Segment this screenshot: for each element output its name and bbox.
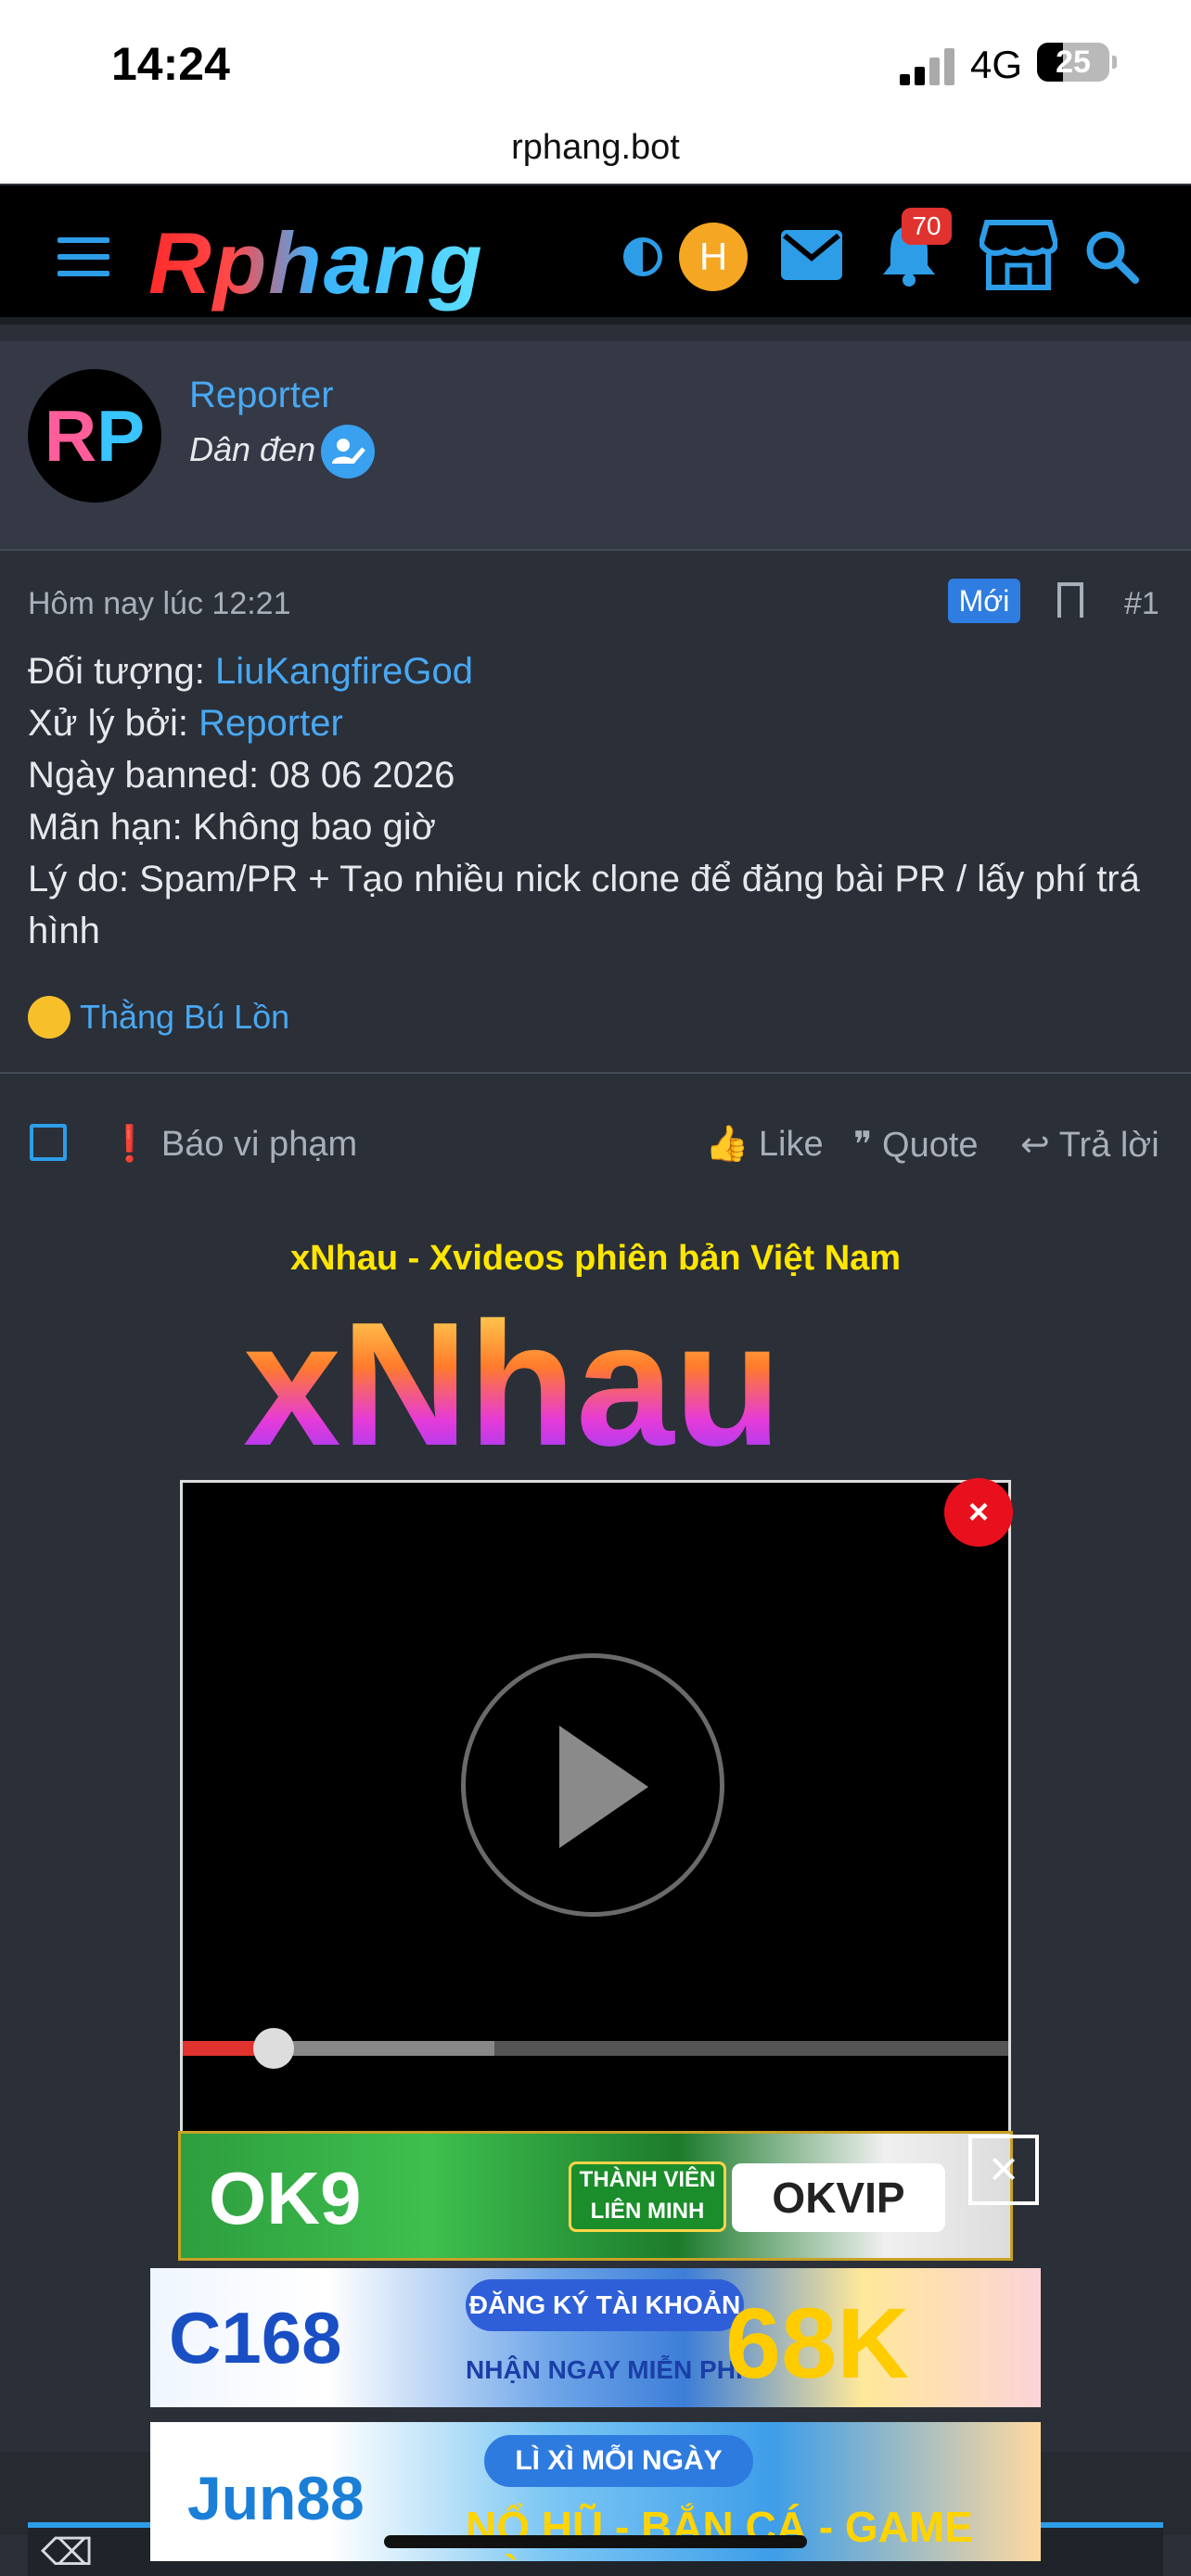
- banner-close-icon[interactable]: ×: [968, 2135, 1039, 2205]
- site-header: Rphang H 70: [0, 185, 1191, 325]
- ok9-member-text: THÀNH VIÊN LIÊN MINH: [569, 2162, 726, 2232]
- video-player[interactable]: [180, 1480, 1011, 2148]
- okvip-logo: OKVIP: [732, 2163, 945, 2232]
- menu-icon[interactable]: [58, 237, 109, 276]
- c168-brand: C168: [169, 2297, 342, 2378]
- ad-close-button[interactable]: ×: [944, 1478, 1013, 1547]
- contrast-icon[interactable]: [623, 237, 662, 276]
- post-line-reason: Lý do: Spam/PR + Tạo nhiều nick clone để…: [28, 859, 1140, 951]
- network-type: 4G: [970, 43, 1023, 86]
- reply-button[interactable]: ↩ Trả lời: [1020, 1124, 1159, 1166]
- progress-knob[interactable]: [253, 2028, 294, 2069]
- c168-sub: NHẬN NGAY MIỄN PHÍ: [466, 2355, 743, 2384]
- handler-user-link[interactable]: Reporter: [198, 703, 343, 744]
- like-button[interactable]: 👍 Like: [705, 1124, 824, 1165]
- author-avatar[interactable]: RP: [28, 369, 161, 503]
- author-title: Dân đen: [189, 430, 316, 468]
- c168-banner[interactable]: C168 ĐĂNG KÝ TÀI KHOẢN NHẬN NGAY MIỄN PH…: [150, 2268, 1041, 2407]
- select-checkbox[interactable]: [30, 1124, 67, 1161]
- post-author: RP Reporter Dân đen: [0, 341, 1191, 551]
- post-actions: ❗ Báo vi phạm 👍 Like ❞ Quote ↩ Trả lời: [0, 1072, 1191, 1211]
- url-bar[interactable]: rphang.bot: [0, 111, 1191, 184]
- post-number[interactable]: #1: [1124, 586, 1159, 622]
- jun88-cta: LÌ XÌ MỖI NGÀY: [484, 2435, 753, 2487]
- target-user-link[interactable]: LiuKangfireGod: [215, 651, 473, 692]
- quote-button[interactable]: ❞ Quote: [853, 1124, 979, 1166]
- ad-zone: ⌫ xNhau - Xvideos phiên bản Việt Nam xNh…: [0, 1211, 1191, 2576]
- post-line-handler: Xử lý bởi: Reporter: [28, 703, 343, 744]
- verified-icon: [321, 425, 375, 478]
- search-icon[interactable]: [1085, 230, 1139, 284]
- post-line-ban-date: Ngày banned: 08 06 2026: [28, 755, 455, 796]
- ad-brand-logo[interactable]: xNhau: [243, 1296, 782, 1473]
- play-icon[interactable]: [559, 1726, 648, 1848]
- ok9-banner[interactable]: OK9 THÀNH VIÊN LIÊN MINH OKVIP: [178, 2131, 1013, 2261]
- alert-icon: ❗: [108, 1125, 152, 1164]
- post-line-target: Đối tượng: LiuKangfireGod: [28, 651, 473, 692]
- new-badge: Mới: [948, 579, 1020, 623]
- battery-icon: 25: [1037, 43, 1117, 82]
- battery-level: 25: [1056, 45, 1091, 80]
- reply-icon: ↩: [1020, 1126, 1050, 1165]
- quote-icon: ❞: [853, 1126, 873, 1165]
- notification-badge: 70: [902, 208, 952, 245]
- c168-amount: 68K: [725, 2287, 910, 2399]
- report-button[interactable]: ❗ Báo vi phạm: [108, 1124, 357, 1165]
- mail-icon[interactable]: [781, 230, 842, 280]
- laugh-emoji-icon: [28, 996, 70, 1039]
- eraser-icon[interactable]: ⌫: [41, 2531, 94, 2574]
- post-body: Hôm nay lúc 12:21 Mới #1 Đối tượng: LiuK…: [0, 553, 1191, 1072]
- user-avatar[interactable]: H: [679, 223, 748, 291]
- site-logo[interactable]: Rphang: [148, 213, 484, 313]
- bookmark-icon[interactable]: [1057, 582, 1083, 618]
- post-date[interactable]: Hôm nay lúc 12:21: [28, 586, 291, 622]
- video-progress-bar[interactable]: [183, 2028, 1008, 2069]
- ad-title[interactable]: xNhau - Xvideos phiên bản Việt Nam: [0, 1239, 1191, 1279]
- store-icon[interactable]: [980, 219, 1057, 293]
- c168-cta: ĐĂNG KÝ TÀI KHOẢN: [466, 2279, 744, 2331]
- jun88-brand: Jun88: [187, 2464, 365, 2532]
- home-indicator[interactable]: [384, 2535, 807, 2548]
- author-name[interactable]: Reporter: [189, 375, 334, 416]
- status-time: 14:24: [111, 38, 230, 90]
- signal-icon: [900, 48, 959, 85]
- jun88-sub: NỔ HŨ - BẮN CÁ - GAME BÀI: [466, 2503, 973, 2561]
- reaction-user[interactable]: Thằng Bú Lồn: [80, 998, 289, 1037]
- post-line-expiry: Mãn hạn: Không bao giờ: [28, 807, 436, 848]
- ok9-brand: OK9: [209, 2157, 362, 2239]
- thumbs-up-icon: 👍: [705, 1125, 749, 1164]
